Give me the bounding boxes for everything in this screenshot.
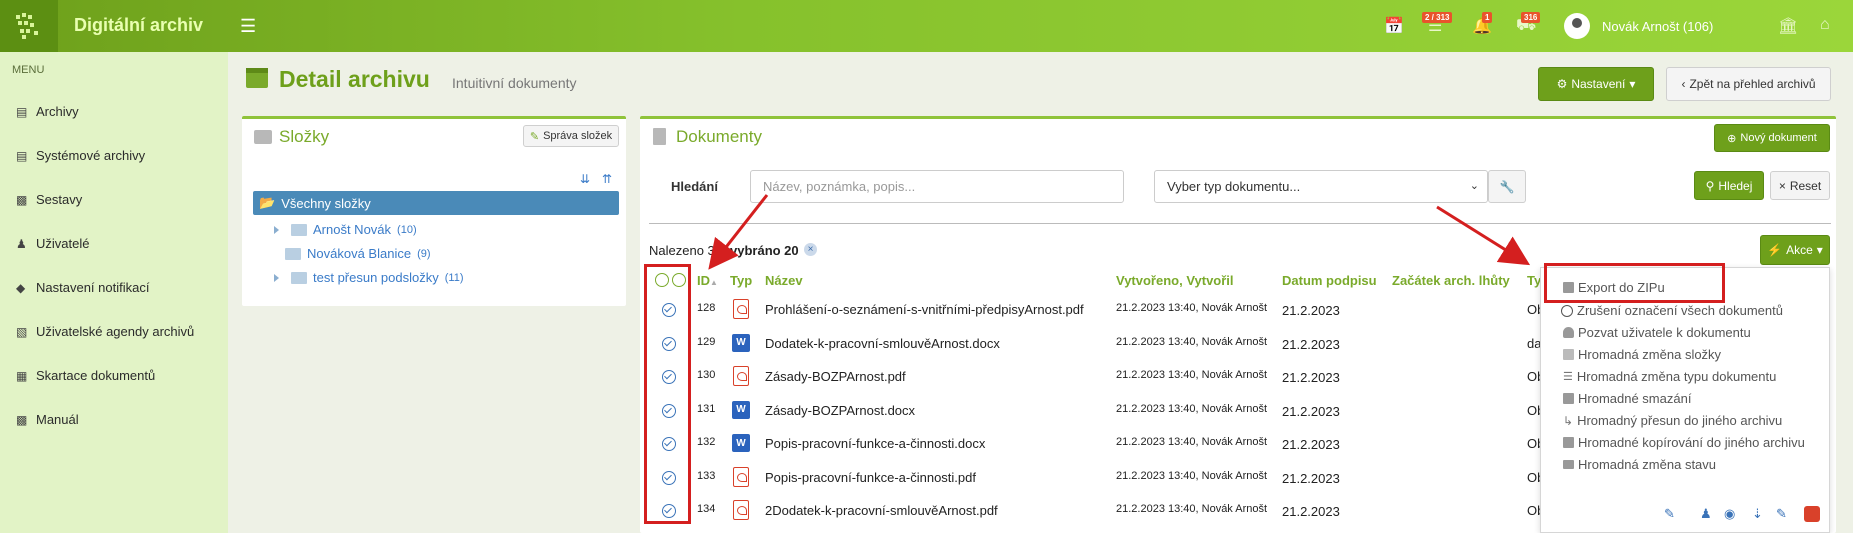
arrow-to-export [1436, 205, 1531, 266]
annotation-arrows [708, 194, 1531, 270]
arrow-to-checkboxes [708, 194, 769, 270]
